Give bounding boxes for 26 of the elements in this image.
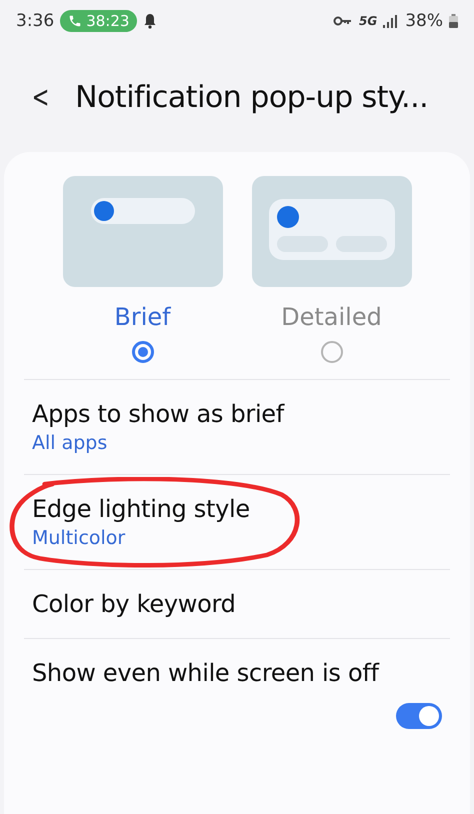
- signal-icon: [383, 14, 398, 28]
- phone-icon: [68, 14, 82, 28]
- page-title: Notification pop-up sty...: [75, 80, 428, 114]
- setting-title[interactable]: Apps to show as brief: [32, 400, 442, 428]
- setting-row[interactable]: Color by keyword: [4, 570, 470, 639]
- key-icon: [333, 15, 353, 27]
- setting-row[interactable]: Edge lighting style Multicolor: [4, 475, 470, 570]
- battery-icon: [449, 14, 458, 28]
- network-type: 5G: [359, 14, 378, 28]
- radio-button[interactable]: [132, 341, 154, 363]
- bell-icon: [143, 13, 158, 29]
- detailed-preview-icon[interactable]: [252, 176, 412, 287]
- battery-level: 38%: [405, 11, 443, 31]
- setting-row[interactable]: Show even while screen is off: [4, 639, 470, 749]
- setting-title[interactable]: Edge lighting style: [32, 495, 442, 523]
- style-label: Detailed: [281, 303, 382, 331]
- setting-row[interactable]: Apps to show as brief All apps: [4, 380, 470, 475]
- toggle-switch[interactable]: [396, 703, 442, 729]
- setting-title[interactable]: Show even while screen is off: [32, 659, 442, 687]
- setting-value: Multicolor: [32, 527, 126, 549]
- setting-value: All apps: [32, 432, 108, 454]
- back-button[interactable]: <: [32, 80, 50, 114]
- status-time: 3:36: [16, 11, 54, 31]
- style-label: Brief: [114, 303, 171, 331]
- setting-title[interactable]: Color by keyword: [32, 590, 442, 618]
- radio-button[interactable]: [320, 341, 342, 363]
